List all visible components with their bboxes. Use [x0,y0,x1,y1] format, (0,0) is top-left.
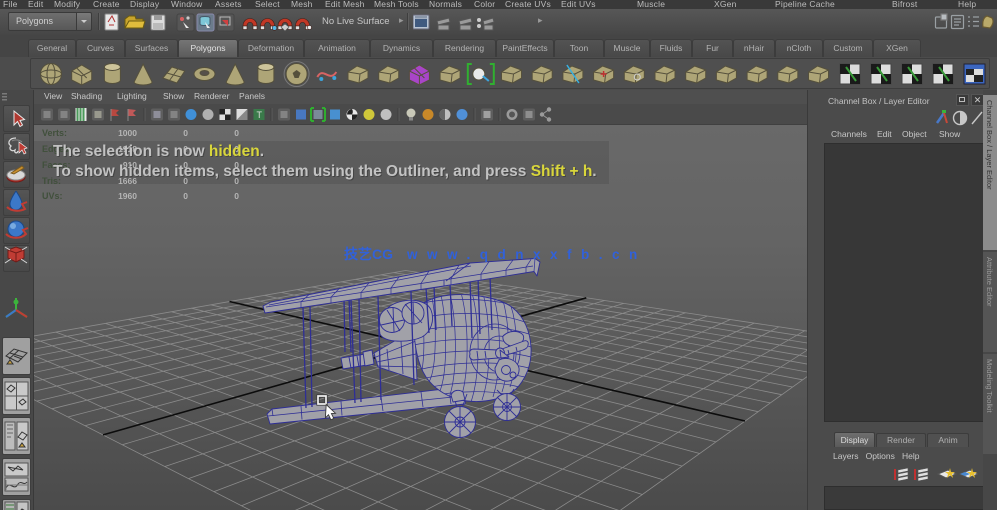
svg-text:T: T [257,110,263,120]
